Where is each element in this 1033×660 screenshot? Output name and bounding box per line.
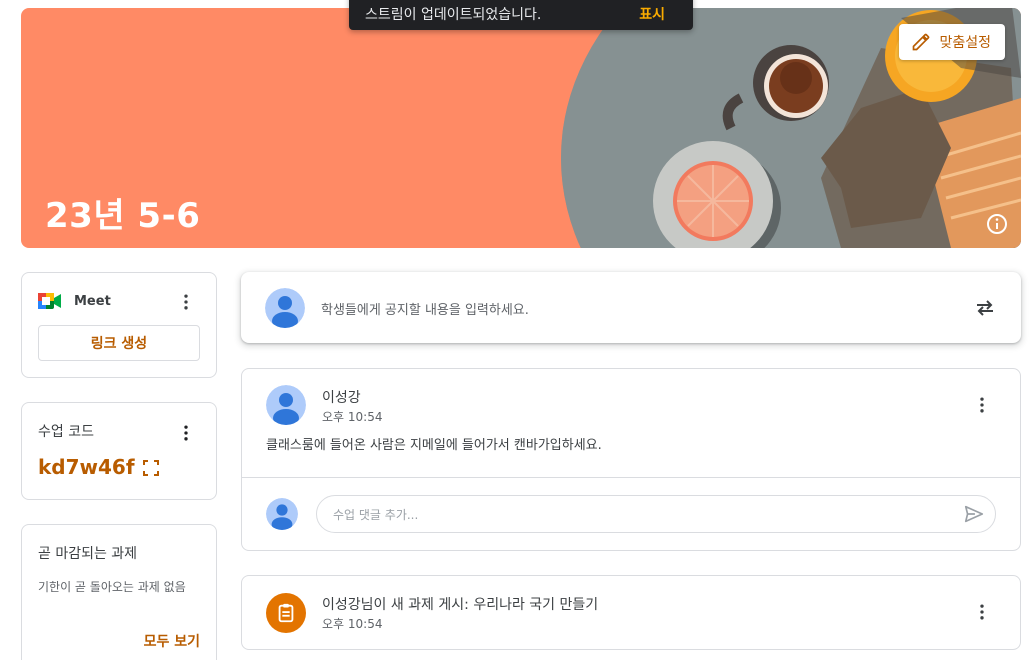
assignment-time: 오후 10:54 [322, 617, 383, 631]
post-more-icon[interactable] [970, 393, 994, 417]
meet-card: Meet 링크 생성 [21, 272, 217, 378]
comment-placeholder: 수업 댓글 추가... [333, 507, 419, 522]
customize-button[interactable]: 맞춤설정 [899, 24, 1005, 60]
generate-link-button[interactable]: 링크 생성 [38, 325, 200, 361]
classroom-stream-page: 스트림이 업데이트되었습니다. 표시 23년 5-6 맞춤설정 Meet 링크 … [0, 0, 1033, 660]
assignment-post[interactable]: 이성강님이 새 과제 게시: 우리나라 국기 만들기 오후 10:54 [241, 575, 1021, 650]
upcoming-title: 곧 마감되는 과제 [38, 546, 138, 562]
assignment-more-icon[interactable] [970, 600, 994, 624]
post-divider [242, 477, 1020, 478]
assignment-icon [266, 593, 306, 633]
info-icon[interactable] [985, 212, 1009, 236]
class-title: 23년 5-6 [45, 196, 201, 236]
comment-avatar [266, 498, 298, 530]
customize-label: 맞춤설정 [939, 35, 991, 51]
meet-label: Meet [74, 293, 111, 309]
assignment-heading[interactable]: 이성강님이 새 과제 게시: 우리나라 국기 만들기 [322, 594, 598, 614]
class-comment-input[interactable]: 수업 댓글 추가... [316, 495, 996, 533]
post-author: 이성강 [322, 390, 361, 406]
view-all-link[interactable]: 모두 보기 [144, 631, 200, 651]
post-body: 클래스룸에 들어온 사람은 지메일에 들어가서 캔바가입하세요. [266, 438, 602, 453]
upcoming-description: 기한이 곧 돌아오는 과제 없음 [38, 580, 186, 594]
user-avatar-icon [266, 385, 306, 425]
stream-post: 이성강 오후 10:54 클래스룸에 들어온 사람은 지메일에 들어가서 캔바가… [241, 368, 1021, 551]
class-code-title: 수업 코드 [38, 424, 94, 440]
google-meet-icon [38, 293, 61, 309]
class-code-card: 수업 코드 kd7w46f [21, 402, 217, 500]
snackbar-show-button[interactable]: 표시 [639, 0, 665, 24]
repost-icon[interactable] [973, 296, 997, 320]
send-icon[interactable] [963, 503, 985, 525]
snackbar-message: 스트림이 업데이트되었습니다. [365, 7, 542, 23]
fullscreen-icon[interactable] [142, 459, 160, 477]
class-code-more-icon[interactable] [174, 421, 198, 445]
meet-header: Meet [38, 291, 111, 311]
user-avatar-icon [266, 498, 298, 530]
upcoming-work-card: 곧 마감되는 과제 기한이 곧 돌아오는 과제 없음 모두 보기 [21, 524, 217, 660]
class-banner: 23년 5-6 맞춤설정 [21, 8, 1021, 248]
announce-box[interactable]: 학생들에게 공지할 내용을 입력하세요. [241, 272, 1021, 343]
class-code-value: kd7w46f [38, 455, 135, 479]
post-author-avatar [266, 385, 306, 425]
avatar [265, 288, 305, 328]
post-time: 오후 10:54 [322, 410, 383, 424]
user-avatar-icon [265, 288, 305, 328]
snackbar: 스트림이 업데이트되었습니다. 표시 [349, 0, 693, 30]
announce-placeholder[interactable]: 학생들에게 공지할 내용을 입력하세요. [321, 299, 529, 318]
pencil-icon [913, 33, 930, 51]
meet-more-icon[interactable] [174, 290, 198, 314]
